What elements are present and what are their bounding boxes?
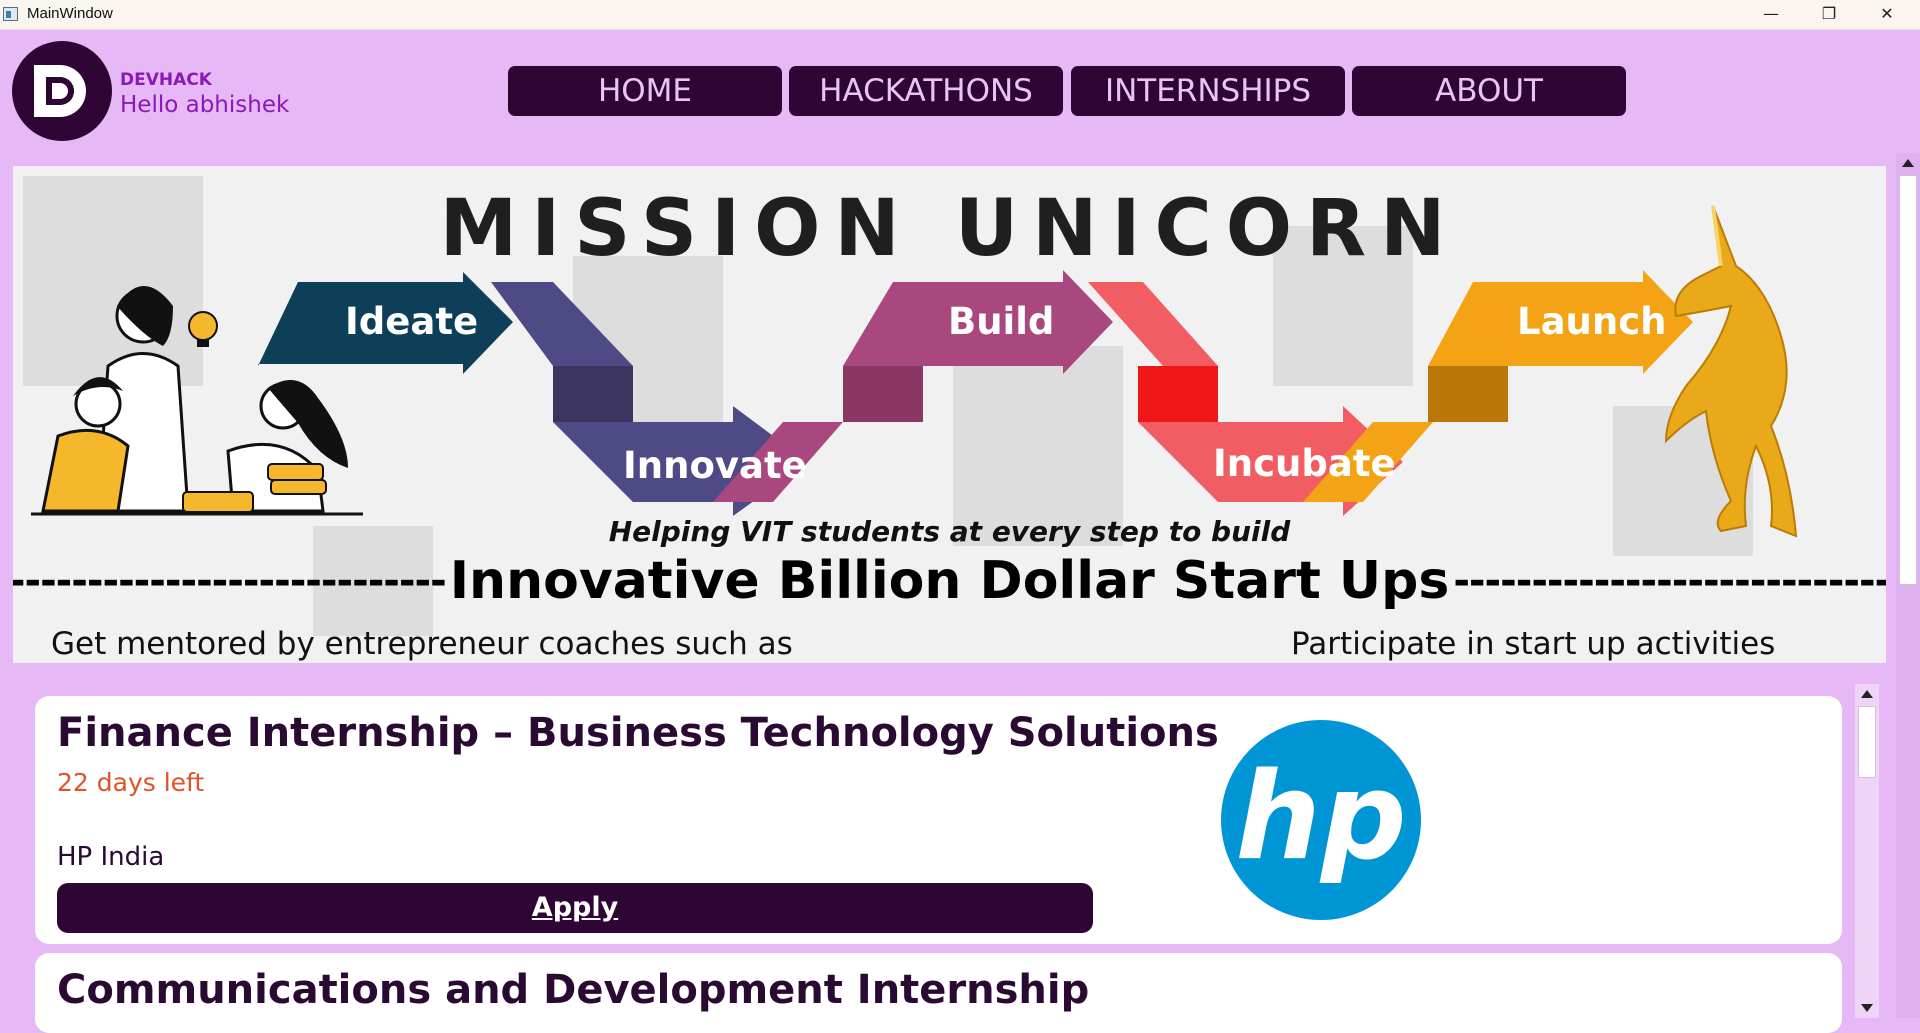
maximize-button[interactable]: ❐ <box>1800 0 1858 29</box>
banner-tagline: Helping VIT students at every step to bu… <box>608 515 1291 548</box>
scrollbar-thumb[interactable] <box>1899 175 1917 585</box>
hp-logo-text: hp <box>1235 748 1406 887</box>
headline-row: ----------------------------------------… <box>13 551 1886 611</box>
apply-button[interactable]: Apply <box>57 883 1093 933</box>
internship-card: Communications and Development Internshi… <box>35 953 1842 1033</box>
nav-about-button[interactable]: ABOUT <box>1352 66 1626 116</box>
mentor-text: Get mentored by entrepreneur coaches suc… <box>51 626 793 662</box>
user-greeting: Hello abhishek <box>120 92 290 118</box>
company-name: HP India <box>57 842 165 872</box>
scroll-down-icon[interactable] <box>1861 1004 1873 1012</box>
close-button[interactable]: ✕ <box>1858 0 1916 29</box>
page-scrollbar[interactable] <box>1896 153 1920 1018</box>
banner-title: MISSION UNICORN <box>439 184 1460 274</box>
dash-divider-right: ----------------------------------------… <box>1453 558 1886 604</box>
nav-hackathons-button[interactable]: HACKATHONS <box>789 66 1063 116</box>
step-launch: Launch <box>1517 300 1667 343</box>
dash-divider-left: ----------------------------------------… <box>13 558 446 604</box>
brand-name: DEVHACK <box>120 70 212 90</box>
internship-list-scrollbar[interactable] <box>1855 684 1879 1018</box>
scroll-up-icon[interactable] <box>1902 159 1914 167</box>
nav-internships-button[interactable]: INTERNSHIPS <box>1071 66 1345 116</box>
internship-title: Finance Internship – Business Technology… <box>57 710 1219 756</box>
step-innovate: Innovate <box>623 444 807 487</box>
nav-home-button[interactable]: HOME <box>508 66 782 116</box>
internship-card: Finance Internship – Business Technology… <box>35 696 1842 944</box>
days-left: 22 days left <box>57 768 205 797</box>
window-title: MainWindow <box>27 5 113 22</box>
scroll-up-icon[interactable] <box>1861 690 1873 698</box>
activities-text: Participate in start up activities <box>1291 626 1776 662</box>
banner-headline: Innovative Billion Dollar Start Ups <box>449 551 1450 611</box>
step-incubate: Incubate <box>1213 442 1396 485</box>
step-build: Build <box>948 300 1055 343</box>
mission-unicorn-banner: MISSION UNICORN Ideate Innovate Build In… <box>13 166 1886 663</box>
minimize-button[interactable]: — <box>1742 0 1800 29</box>
devhack-logo <box>12 41 112 141</box>
hp-logo: hp <box>1221 720 1421 920</box>
app-icon <box>3 7 18 21</box>
step-ideate: Ideate <box>345 300 479 343</box>
scrollbar-thumb[interactable] <box>1858 706 1876 778</box>
internship-title: Communications and Development Internshi… <box>57 967 1090 1013</box>
window-titlebar: MainWindow — ❐ ✕ <box>0 0 1920 30</box>
